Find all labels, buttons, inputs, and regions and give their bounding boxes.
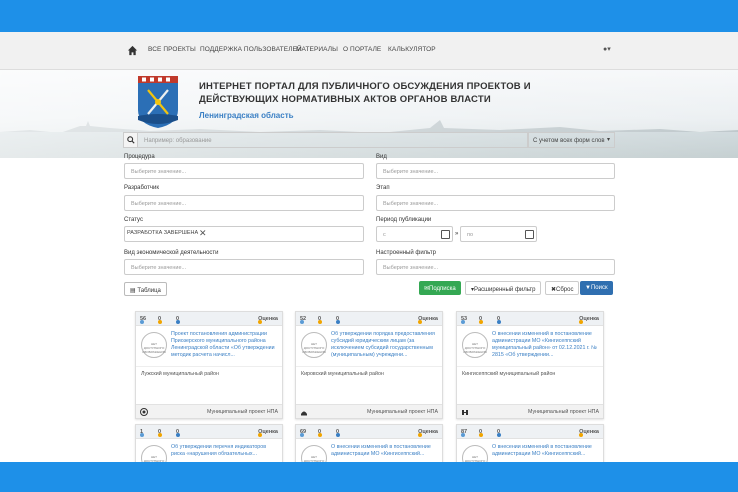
search-button[interactable]: [123, 132, 138, 148]
card-municipality: Кингисеппский муниципальный район: [457, 366, 603, 382]
card-description[interactable]: О внесении изменений в постановление адм…: [331, 444, 441, 462]
card-description[interactable]: Проект постановления администрации Приоз…: [171, 331, 281, 363]
status-tag: РАЗРАБОТКА ЗАВЕРШЕНА: [127, 230, 199, 236]
developer-label: Разработчик: [124, 185, 159, 191]
bottom-frame-band: [0, 462, 738, 492]
activity-select[interactable]: Выберите значение...: [124, 259, 364, 275]
stage-label: Этап: [376, 185, 390, 191]
nav-user-support[interactable]: ПОДДЕРЖКА ПОЛЬЗОВАТЕЛЕЙ: [200, 46, 302, 53]
home-icon[interactable]: [127, 45, 138, 56]
main-navbar: ВСЕ ПРОЕКТЫ ПОДДЕРЖКА ПОЛЬЗОВАТЕЛЕЙ МАТЕ…: [0, 32, 738, 70]
subscribe-label: Подписка: [429, 286, 456, 292]
activity-label: Вид экономической деятельности: [124, 250, 219, 256]
search-mode-select[interactable]: С учетом всех форм слов ▾: [528, 132, 615, 148]
view-label: Вид: [376, 154, 387, 160]
card-description[interactable]: О внесении изменений в постановление адм…: [492, 331, 602, 363]
close-icon[interactable]: ✕: [199, 228, 207, 239]
period-dash: »: [455, 231, 459, 237]
card-type: Муниципальный проект НПА: [367, 409, 438, 415]
card-description[interactable]: Об утверждении порядка предоставления су…: [331, 331, 441, 363]
procedure-select[interactable]: Выберите значение...: [124, 163, 364, 179]
reset-button[interactable]: ✖Сброс: [545, 281, 580, 295]
search-input[interactable]: Например: образование: [138, 132, 528, 148]
chevron-down-icon: ▾: [606, 137, 610, 143]
nav-calculator[interactable]: КАЛЬКУЛЯТОР: [388, 46, 436, 53]
view-select[interactable]: Выберите значение...: [376, 163, 615, 179]
emblem-icon: [301, 411, 307, 416]
status-label: Статус: [124, 217, 143, 223]
no-image-logo: НЕТ ДОСТУПНОГО ИЗОБРАЖЕНИЯ: [141, 332, 167, 358]
card-municipality: Кировский муниципальный район: [296, 366, 442, 382]
nav-materials[interactable]: МАТЕРИАЛЫ: [296, 46, 338, 53]
no-image-logo: НЕТ ДОСТУПНОГО ИЗОБРАЖЕНИЯ: [141, 445, 167, 462]
coat-of-arms-icon: [138, 76, 178, 128]
advanced-filter-button[interactable]: ▾Расширенный фильтр: [465, 281, 542, 295]
card-type: Муниципальный проект НПА: [207, 409, 278, 415]
region-name[interactable]: Ленинградская область: [199, 111, 294, 120]
search-submit-button[interactable]: ▼Поиск: [580, 281, 613, 295]
card-description[interactable]: О внесении изменений в постановление адм…: [492, 444, 602, 462]
no-image-logo: НЕТ ДОСТУПНОГО ИЗОБРАЖЕНИЯ: [301, 445, 327, 462]
subscribe-button[interactable]: ✉Подписка: [419, 281, 461, 295]
no-image-logo: НЕТ ДОСТУПНОГО ИЗОБРАЖЕНИЯ: [462, 332, 488, 358]
custom-filter-select[interactable]: Выберите значение...: [376, 259, 615, 275]
project-card[interactable]: 100Оценка НЕТ ДОСТУПНОГО ИЗОБРАЖЕНИЯОб у…: [135, 424, 283, 462]
project-card[interactable]: 56 0 0 Оценка НЕТ ДОСТУПНОГО ИЗОБРАЖЕНИЯ Про…: [135, 311, 283, 419]
project-card[interactable]: 52 0 0 Оценка НЕТ ДОСТУПНОГО ИЗОБРАЖЕНИЯ Об …: [295, 311, 443, 419]
calendar-icon[interactable]: [441, 230, 450, 239]
period-label: Период публикации: [376, 217, 432, 223]
user-menu-icon[interactable]: ●▾: [603, 45, 611, 53]
nav-about[interactable]: О ПОРТАЛЕ: [343, 46, 381, 53]
no-image-logo: НЕТ ДОСТУПНОГО ИЗОБРАЖЕНИЯ: [301, 332, 327, 358]
table-view-button[interactable]: ▤ Таблица: [124, 282, 167, 296]
procedure-label: Процедура: [124, 154, 155, 160]
top-frame-band: [0, 0, 738, 32]
nav-all-projects[interactable]: ВСЕ ПРОЕКТЫ: [148, 46, 196, 53]
advanced-filter-label: Расширенный фильтр: [474, 287, 536, 293]
card-municipality: Лужский муниципальный район: [136, 366, 282, 382]
emblem-icon: [140, 408, 148, 416]
emblem-icon: [462, 410, 468, 415]
developer-select[interactable]: Выберите значение...: [124, 195, 364, 211]
project-card[interactable]: 53 0 0 Оценка НЕТ ДОСТУПНОГО ИЗОБРАЖЕНИЯ О в…: [456, 311, 604, 419]
stage-select[interactable]: Выберите значение...: [376, 195, 615, 211]
portal-title: ИНТЕРНЕТ ПОРТАЛ ДЛЯ ПУБЛИЧНОГО ОБСУЖДЕНИ…: [199, 81, 531, 105]
search-icon: [127, 136, 135, 144]
custom-filter-label: Настроенный фильтр: [376, 250, 436, 256]
project-card[interactable]: 6900Оценка НЕТ ДОСТУПНОГО ИЗОБРАЖЕНИЯО в…: [295, 424, 443, 462]
search-submit-label: Поиск: [590, 285, 608, 291]
table-view-label: Таблица: [137, 288, 161, 294]
search-mode-value: С учетом всех форм слов: [533, 138, 605, 144]
browser-window: ВСЕ ПРОЕКТЫ ПОДДЕРЖКА ПОЛЬЗОВАТЕЛЕЙ МАТЕ…: [0, 32, 738, 462]
card-type: Муниципальный проект НПА: [528, 409, 599, 415]
reset-label: Сброс: [556, 287, 574, 293]
card-description[interactable]: Об утверждении перечня индикаторов риска…: [171, 444, 281, 462]
project-card[interactable]: 8700Оценка НЕТ ДОСТУПНОГО ИЗОБРАЖЕНИЯО в…: [456, 424, 604, 462]
no-image-logo: НЕТ ДОСТУПНОГО ИЗОБРАЖЕНИЯ: [462, 445, 488, 462]
calendar-icon[interactable]: [525, 230, 534, 239]
